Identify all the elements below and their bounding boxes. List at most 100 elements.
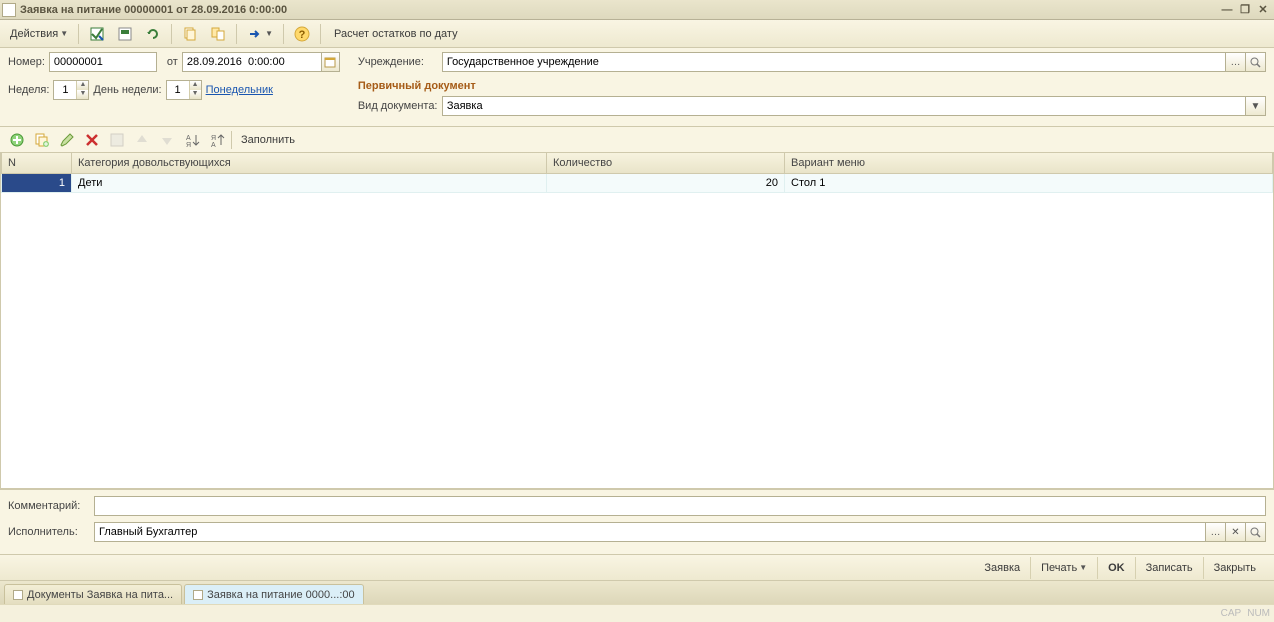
svg-text:A: A [186,135,191,142]
refresh-button[interactable] [141,23,165,45]
tab-label: Документы Заявка на пита... [27,589,173,601]
col-category[interactable]: Категория довольствующихся [72,153,547,173]
document-icon [13,590,23,600]
fill-button[interactable]: Заполнить [235,134,301,146]
minimize-button[interactable]: — [1218,2,1236,18]
cell-menu[interactable]: Стол 1 [785,173,1273,192]
dropdown-button[interactable]: ▼ [1246,96,1266,116]
separator [78,24,79,44]
goto-button[interactable]: ▼ [243,23,277,45]
spin-down-icon[interactable]: ▼ [76,90,88,99]
document-icon [193,590,203,600]
separator [283,24,284,44]
sort-desc-button[interactable]: ЯA [206,129,228,151]
end-edit-button[interactable] [106,129,128,151]
weekday-spinner[interactable]: ▲▼ [166,80,202,100]
post-button[interactable] [85,23,109,45]
executor-input[interactable] [94,522,1206,542]
calc-remains-button[interactable]: Расчет остатков по дату [327,23,465,45]
bottom-bar: Заявка Печать ▼ OK Записать Закрыть [0,554,1274,580]
close-button[interactable]: Закрыть [1203,557,1266,579]
grid[interactable]: N Категория довольствующихся Количество … [0,153,1274,489]
window-tab[interactable]: Документы Заявка на пита... [4,584,182,604]
weekday-label: День недели: [93,84,161,96]
window-title: Заявка на питание 00000001 от 28.09.2016… [20,4,1218,16]
open-button[interactable] [1246,522,1266,542]
separator [171,24,172,44]
move-up-button[interactable] [131,129,153,151]
status-bar: CAP NUM [0,604,1274,622]
ok-button[interactable]: OK [1097,557,1135,579]
spin-down-icon[interactable]: ▼ [189,90,201,99]
comment-input[interactable] [94,496,1266,516]
svg-text:?: ? [299,29,306,41]
primary-doc-heading: Первичный документ [358,80,1266,92]
col-quantity[interactable]: Количество [547,153,785,173]
maximize-button[interactable]: ❐ [1236,2,1254,18]
doc-type-input[interactable] [442,96,1246,116]
table-header-row: N Категория довольствующихся Количество … [2,153,1273,173]
close-window-button[interactable]: ✕ [1254,2,1272,18]
from-label: от [167,56,178,68]
executor-label: Исполнитель: [8,526,90,538]
separator [236,24,237,44]
separator [320,24,321,44]
separator [231,131,232,149]
actions-label: Действия [10,28,58,40]
grid-toolbar: AЯ ЯA Заполнить [0,127,1274,153]
table-row[interactable]: 1 Дети 20 Стол 1 [2,173,1273,192]
week-label: Неделя: [8,84,49,96]
institution-label: Учреждение: [358,56,438,68]
select-button[interactable]: … [1206,522,1226,542]
spin-up-icon[interactable]: ▲ [76,81,88,90]
lower-form: Комментарий: Исполнитель: … ✕ [0,489,1274,554]
print-button[interactable]: Печать ▼ [1030,557,1097,579]
col-menu[interactable]: Вариант меню [785,153,1273,173]
open-button[interactable] [1246,52,1266,72]
write-button[interactable] [113,23,137,45]
form-band: Номер: от Неделя: ▲▼ День недели: ▲▼ [0,48,1274,127]
tab-label: Заявка на питание 0000...:00 [207,589,355,601]
select-button[interactable]: … [1226,52,1246,72]
doc-type-label: Вид документа: [358,100,438,112]
date-input[interactable] [182,52,322,72]
status-cap: CAP [1221,608,1242,619]
move-down-button[interactable] [156,129,178,151]
svg-text:Я: Я [211,135,216,142]
request-button[interactable]: Заявка [974,557,1030,579]
save-button[interactable]: Записать [1135,557,1203,579]
document-icon [2,3,16,17]
copy-button[interactable] [178,23,202,45]
week-value[interactable] [54,81,76,99]
basis-button[interactable] [206,23,230,45]
weekday-link[interactable]: Понедельник [206,84,273,96]
clear-button[interactable]: ✕ [1226,522,1246,542]
calc-remains-label: Расчет остатков по дату [334,28,458,40]
week-spinner[interactable]: ▲▼ [53,80,89,100]
titlebar: Заявка на питание 00000001 от 28.09.2016… [0,0,1274,20]
svg-text:A: A [211,142,216,148]
institution-input[interactable] [442,52,1226,72]
add-row-button[interactable] [6,129,28,151]
sort-asc-button[interactable]: AЯ [181,129,203,151]
number-label: Номер: [8,56,45,68]
cell-quantity[interactable]: 20 [547,173,785,192]
spin-up-icon[interactable]: ▲ [189,81,201,90]
svg-text:Я: Я [186,142,191,148]
weekday-value[interactable] [167,81,189,99]
delete-row-button[interactable] [81,129,103,151]
actions-menu[interactable]: Действия▼ [6,23,72,45]
main-toolbar: Действия▼ ▼ ? Расчет остатков по дату [0,20,1274,48]
copy-row-button[interactable] [31,129,53,151]
cell-n[interactable]: 1 [2,173,72,192]
comment-label: Комментарий: [8,500,90,512]
edit-row-button[interactable] [56,129,78,151]
cell-category[interactable]: Дети [72,173,547,192]
number-input[interactable] [49,52,157,72]
window-tab[interactable]: Заявка на питание 0000...:00 [184,584,364,604]
calendar-button[interactable] [322,52,340,72]
help-button[interactable]: ? [290,23,314,45]
col-n[interactable]: N [2,153,72,173]
window-tabs: Документы Заявка на пита... Заявка на пи… [0,580,1274,604]
status-num: NUM [1247,608,1270,619]
